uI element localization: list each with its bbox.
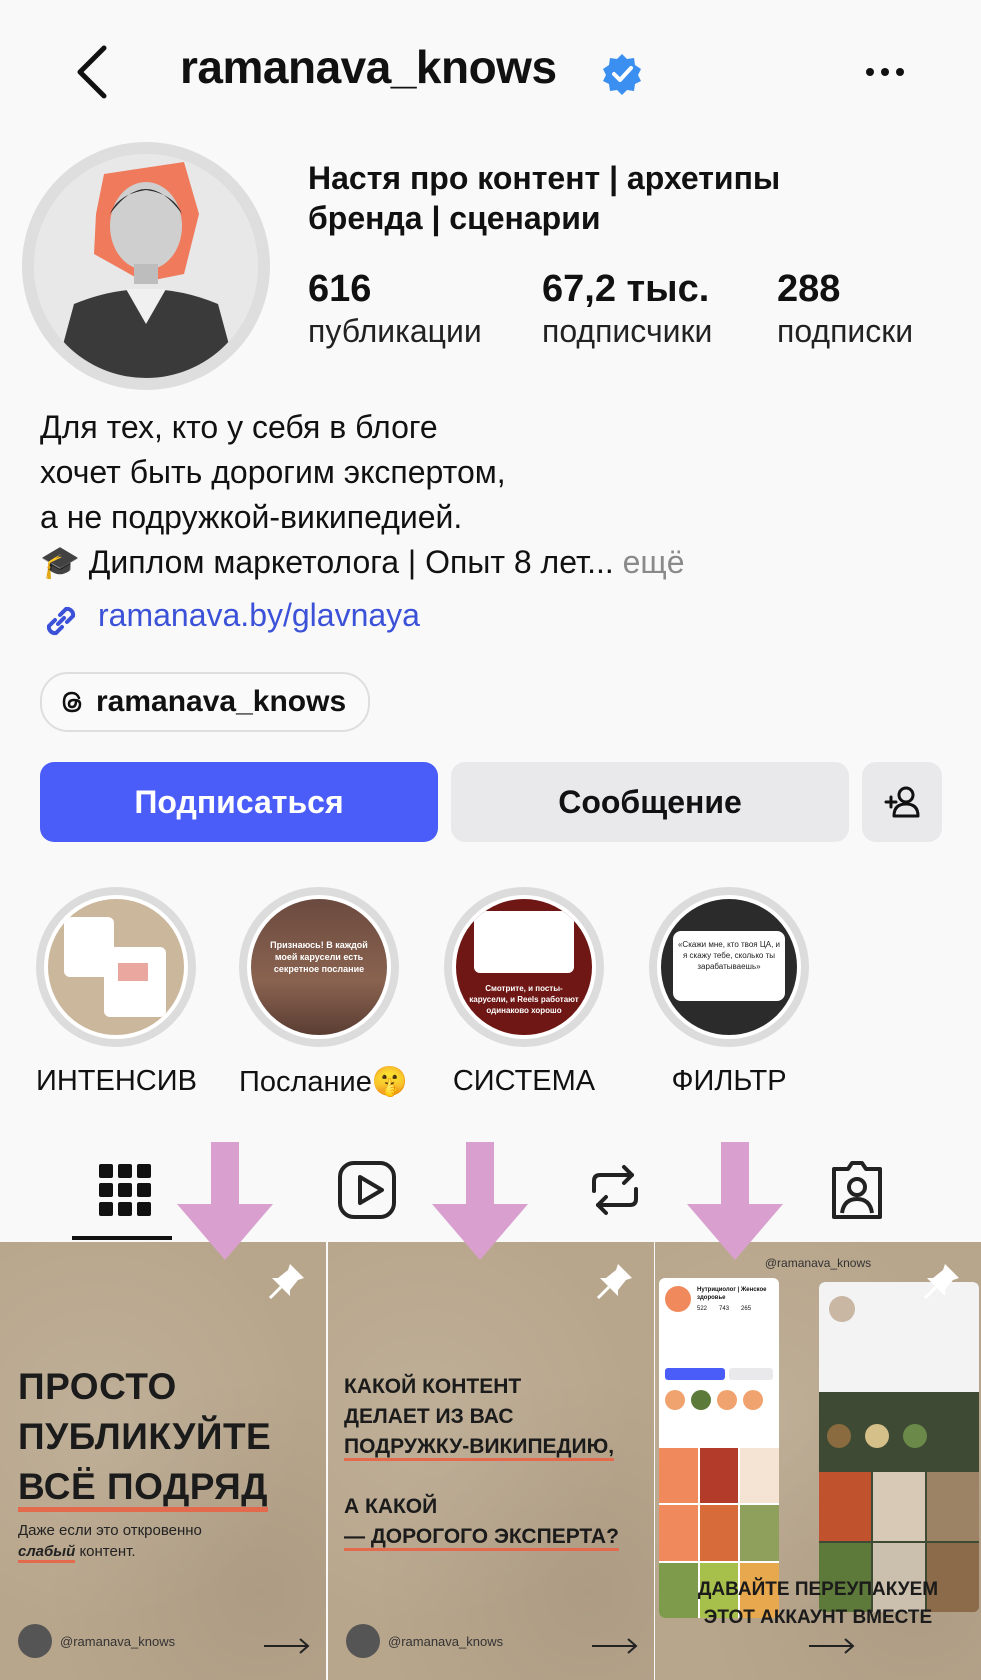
profile-full-name: Настя про контент | архетипы бренда | сц…	[308, 160, 781, 236]
highlight-system[interactable]: Смотрите, и посты-карусели, и Reels рабо…	[444, 887, 604, 1098]
suggest-users-button[interactable]	[862, 762, 942, 842]
highlight-ring	[36, 887, 196, 1047]
threads-badge[interactable]: ramanava_knows	[40, 672, 371, 732]
pin-icon	[923, 1264, 959, 1300]
stat-posts[interactable]: 616 публикации	[308, 268, 482, 350]
highlight-label: Послание🤫	[239, 1066, 408, 1098]
stat-followers[interactable]: 67,2 тыс. подписчики	[542, 268, 712, 350]
highlight-cover-text: Признаюсь! В каждой моей карусели есть с…	[270, 940, 368, 974]
post-title-line: — ДОРОГОГО ЭКСПЕРТА?	[344, 1525, 619, 1551]
highlight-intensive[interactable]: ИНТЕНСИВ	[36, 887, 197, 1098]
post-mini-profile-blurred	[819, 1282, 979, 1612]
mini-stats: 522 743 265	[697, 1306, 751, 1312]
stat-following[interactable]: 288 подписки	[777, 268, 913, 350]
post-avatar	[346, 1624, 380, 1658]
grid-icon[interactable]	[90, 1155, 160, 1225]
bio-line: хочет быть дорогим экспертом,	[40, 454, 506, 490]
stat-label: подписчики	[542, 313, 713, 349]
post-tile[interactable]: КАКОЙ КОНТЕНТ ДЕЛАЕТ ИЗ ВАС ПОДРУЖКУ-ВИК…	[328, 1242, 654, 1680]
post-title: КАКОЙ КОНТЕНТ ДЕЛАЕТ ИЗ ВАС ПОДРУЖКУ-ВИК…	[344, 1372, 619, 1552]
post-title-line: А КАКОЙ	[344, 1495, 438, 1518]
pin-icon	[596, 1264, 632, 1300]
highlight-cover: Признаюсь! В каждой моей карусели есть с…	[247, 895, 391, 1039]
profile-bio: Для тех, кто у себя в блоге хочет быть д…	[40, 405, 940, 585]
post-subtitle-line: Даже если это откровенно	[18, 1522, 202, 1539]
stat-value: 288	[777, 268, 841, 310]
highlight-ring: Признаюсь! В каждой моей карусели есть с…	[239, 887, 399, 1047]
bio-line-last: 🎓 Диплом маркетолога | Опыт 8 лет... ещё	[40, 540, 940, 585]
pin-icon	[268, 1264, 304, 1300]
post-footer: @ramanava_knows	[346, 1624, 503, 1658]
post-title-line: ПОДРУЖКУ-ВИКИПЕДИЮ,	[344, 1435, 615, 1461]
post-title-line: ПРОСТО	[18, 1366, 177, 1407]
post-subtitle: Даже если это откровенно слабый контент.	[18, 1520, 202, 1563]
post-subtitle-emphasis: слабый	[18, 1543, 76, 1563]
mini-stat: 265	[741, 1306, 752, 1312]
more-options-icon[interactable]	[860, 52, 910, 92]
post-title-line: ПУБЛИКУЙТЕ	[18, 1416, 272, 1457]
profile-avatar[interactable]	[34, 154, 258, 378]
post-handle: @ramanava_knows	[60, 1633, 176, 1649]
post-title: ДАВАЙТЕ ПЕРЕУПАКУЕМ ЭТОТ АККАУНТ ВМЕСТЕ	[655, 1576, 981, 1632]
post-subtitle-line: контент.	[75, 1543, 136, 1560]
highlight-filter[interactable]: «Скажи мне, кто твоя ЦА, и я скажу тебе,…	[649, 887, 809, 1098]
add-user-icon	[884, 786, 920, 818]
message-button[interactable]: Сообщение	[451, 762, 849, 842]
bio-more-link[interactable]: ещё	[623, 544, 685, 580]
profile-username: ramanava_knows	[180, 41, 557, 93]
highlight-ring: «Скажи мне, кто твоя ЦА, и я скажу тебе,…	[649, 887, 809, 1047]
profile-website-link[interactable]: ramanava.by/glavnaya	[98, 597, 420, 634]
link-icon	[46, 606, 76, 636]
mini-title: Нутрициолог | Женское здоровье	[697, 1287, 767, 1301]
post-title-line: ВСЁ ПОДРЯД	[18, 1466, 269, 1512]
highlight-cover: Смотрите, и посты-карусели, и Reels рабо…	[452, 895, 596, 1039]
highlight-label: ФИЛЬТР	[671, 1065, 787, 1097]
highlight-cover	[44, 895, 188, 1039]
follow-button[interactable]: Подписаться	[40, 762, 438, 842]
stat-label: публикации	[308, 313, 482, 349]
stat-value: 616	[308, 268, 372, 310]
arrow-right-icon	[809, 1638, 855, 1654]
highlight-label: СИСТЕМА	[452, 1065, 596, 1097]
highlight-ring: Смотрите, и посты-карусели, и Reels рабо…	[444, 887, 604, 1047]
highlight-cover-text: Смотрите, и посты-карусели, и Reels рабо…	[469, 984, 579, 1015]
tagged-icon[interactable]	[822, 1155, 892, 1225]
stat-label: подписки	[777, 313, 914, 349]
highlight-cover: «Скажи мне, кто твоя ЦА, и я скажу тебе,…	[657, 895, 801, 1039]
bio-line: а не подружкой-википедией.	[40, 499, 463, 535]
threads-handle: ramanava_knows	[96, 685, 347, 718]
pink-down-arrow-icon	[687, 1142, 783, 1260]
threads-icon	[62, 691, 82, 713]
back-chevron-icon[interactable]	[70, 42, 120, 102]
arrow-right-icon	[264, 1638, 310, 1654]
mini-stat: 522	[697, 1306, 708, 1312]
post-mini-profile: Нутрициолог | Женское здоровье 522 743 2…	[659, 1278, 779, 1618]
verified-badge-icon	[603, 54, 641, 95]
reposts-icon[interactable]	[580, 1155, 650, 1225]
stat-value: 67,2 тыс.	[542, 268, 710, 310]
post-handle: @ramanava_knows	[388, 1633, 504, 1649]
post-footer: @ramanava_knows	[18, 1624, 175, 1658]
highlight-message[interactable]: Признаюсь! В каждой моей карусели есть с…	[239, 887, 408, 1099]
post-title-line: КАКОЙ КОНТЕНТ	[344, 1375, 522, 1398]
arrow-right-icon	[592, 1638, 638, 1654]
highlight-label: ИНТЕНСИВ	[36, 1065, 197, 1097]
pink-down-arrow-icon	[432, 1142, 528, 1260]
reels-icon[interactable]	[332, 1155, 402, 1225]
post-title-line: ЭТОТ АККАУНТ ВМЕСТЕ	[703, 1607, 933, 1628]
post-avatar	[18, 1624, 52, 1658]
mini-stat: 743	[719, 1306, 730, 1312]
post-tile[interactable]: @ramanava_knows Нутрициолог | Женское зд…	[655, 1242, 981, 1680]
active-tab-indicator	[72, 1236, 172, 1240]
highlight-cover-text: «Скажи мне, кто твоя ЦА, и я скажу тебе,…	[677, 940, 781, 971]
pink-down-arrow-icon	[177, 1142, 273, 1260]
post-title-line: ДАВАЙТЕ ПЕРЕУПАКУЕМ	[697, 1579, 939, 1600]
post-tile[interactable]: ПРОСТО ПУБЛИКУЙТЕ ВСЁ ПОДРЯД Даже если э…	[0, 1242, 326, 1680]
bio-line: 🎓 Диплом маркетолога | Опыт 8 лет...	[40, 544, 614, 580]
bio-line: Для тех, кто у себя в блоге	[40, 409, 438, 445]
post-title: ПРОСТО ПУБЛИКУЙТЕ ВСЁ ПОДРЯД	[18, 1362, 271, 1512]
post-title-line: ДЕЛАЕТ ИЗ ВАС	[344, 1405, 514, 1428]
